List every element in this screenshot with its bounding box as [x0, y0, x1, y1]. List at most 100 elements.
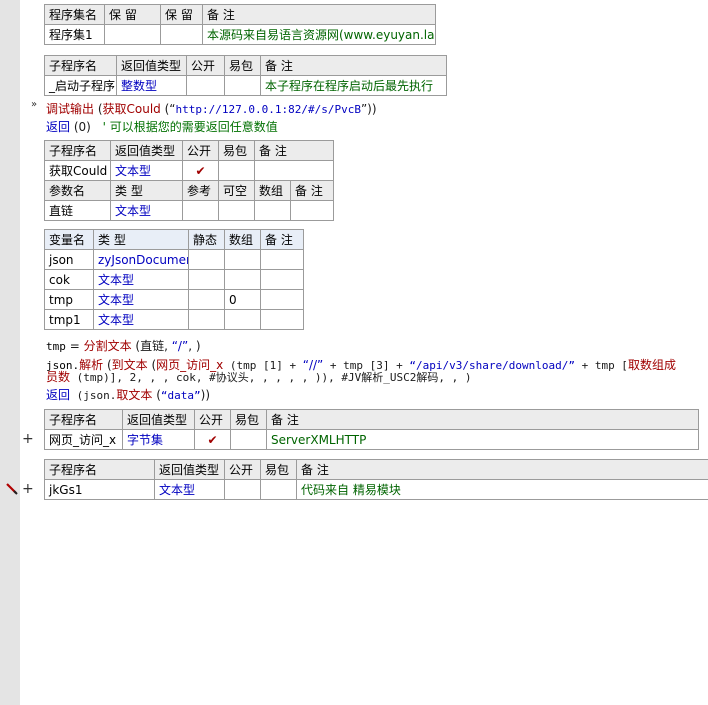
variable-name[interactable]: tmp	[44, 289, 94, 310]
return-type[interactable]: 字节集	[122, 429, 195, 450]
header-cell: 公开	[186, 55, 225, 76]
sub-note[interactable]: 代码来自 精易模块	[296, 479, 708, 500]
code-line-split[interactable]: tmp = 分割文本 (直链, “/”, )	[46, 337, 201, 354]
program-set-note[interactable]: 本源码来自易语言资源网(www.eyuyan.la)	[202, 24, 436, 45]
startup-sub-table: 子程序名 返回值类型 公开 易包 备 注 _启动子程序 整数型 本子程序在程序启…	[44, 55, 447, 96]
getcould-sub-table: 子程序名 返回值类型 公开 易包 备 注 获取Could 文本型 ✔ 参数名 类…	[44, 140, 335, 221]
webvisit-sub-table: 子程序名 返回值类型 公开 易包 备 注 网页_访问_x 字节集 ✔ Serve…	[44, 409, 699, 450]
variable-static[interactable]	[188, 289, 225, 310]
variable-note[interactable]	[260, 269, 304, 290]
code-line-return-data[interactable]: 返回 (json.取文本 (“data”))	[46, 386, 210, 403]
variable-type[interactable]: 文本型	[93, 289, 189, 310]
header-cell: 备 注	[253, 140, 335, 161]
header-cell: 公开	[182, 140, 219, 161]
variable-array[interactable]	[224, 309, 261, 330]
variable-name[interactable]: tmp1	[44, 309, 94, 330]
function-name: 取数组成	[627, 358, 676, 372]
variable-type[interactable]: 文本型	[93, 269, 189, 290]
variable-note[interactable]	[260, 249, 304, 270]
header-cell: 子程序名	[44, 140, 111, 161]
header-cell: 保 留	[104, 4, 161, 25]
code-text: (直链,	[131, 339, 172, 353]
return-type[interactable]: 文本型	[110, 160, 183, 181]
sub-name[interactable]: _启动子程序	[44, 75, 117, 96]
sub-name[interactable]: 获取Could	[44, 160, 111, 181]
param-type[interactable]: 文本型	[110, 200, 183, 221]
code-line-parse-cont[interactable]: 员数 (tmp)], 2, , , cok, #协议头, , , , , )),…	[46, 368, 472, 385]
sub-note[interactable]: ServerXMLHTTP	[266, 429, 699, 450]
param-ref[interactable]	[182, 200, 219, 221]
easy-pack-cell[interactable]	[224, 75, 261, 96]
function-name: 调试输出	[46, 102, 95, 116]
variable-type[interactable]: 文本型	[93, 309, 189, 330]
header-cell: 数组	[224, 229, 261, 250]
sub-name[interactable]: jkGs1	[44, 479, 155, 500]
header-cell: 可空	[218, 180, 255, 201]
breakpoint-arrow-icon[interactable]: »	[31, 99, 37, 110]
reserved-cell[interactable]	[160, 24, 203, 45]
string-literal: “data”	[160, 389, 201, 402]
local-variables-table: 变量名 类 型 静态 数组 备 注 json zyJsonDocument co…	[44, 229, 304, 330]
param-array[interactable]	[254, 200, 291, 221]
variable-note[interactable]	[260, 289, 304, 310]
param-name[interactable]: 直链	[44, 200, 111, 221]
easy-pack-cell[interactable]	[218, 160, 255, 181]
header-cell: 易包	[260, 459, 297, 480]
sub-name[interactable]: 网页_访问_x	[44, 429, 123, 450]
header-cell: 静态	[188, 229, 225, 250]
header-cell: 公开	[224, 459, 261, 480]
return-type[interactable]: 整数型	[116, 75, 187, 96]
header-cell: 参数名	[44, 180, 111, 201]
variable-note[interactable]	[260, 309, 304, 330]
bookmark-icon[interactable]	[6, 483, 18, 495]
variable-array[interactable]	[224, 249, 261, 270]
variable-static[interactable]	[188, 269, 225, 290]
variable-static[interactable]	[188, 309, 225, 330]
param-note[interactable]	[289, 200, 335, 221]
header-cell: 变量名	[44, 229, 94, 250]
header-cell: 程序集名	[44, 4, 105, 25]
header-cell: 备 注	[266, 409, 699, 430]
code-line-return[interactable]: 返回 (0) ' 可以根据您的需要返回任意数值	[46, 118, 278, 135]
public-cell[interactable]	[224, 479, 261, 500]
variable-type[interactable]: zyJsonDocument	[93, 249, 189, 270]
header-cell: 子程序名	[44, 459, 155, 480]
expand-icon[interactable]: +	[22, 481, 34, 497]
variable-name[interactable]: cok	[44, 269, 94, 290]
code-line-debug[interactable]: 调试输出 (获取Could (“http://127.0.0.1:82/#/s/…	[46, 100, 377, 117]
code-text: (	[94, 102, 103, 116]
editor-gutter	[0, 0, 20, 705]
variable-array[interactable]: 0	[224, 289, 261, 310]
public-check-icon[interactable]: ✔	[194, 429, 231, 450]
header-cell: 易包	[218, 140, 255, 161]
param-optional[interactable]	[218, 200, 255, 221]
easy-pack-cell[interactable]	[230, 429, 267, 450]
function-name: 员数	[46, 370, 71, 384]
header-cell: 备 注	[202, 4, 436, 25]
code-text: tmp	[46, 340, 66, 353]
code-text: (0)	[70, 120, 91, 134]
expand-icon[interactable]: +	[22, 431, 34, 447]
variable-static[interactable]	[188, 249, 225, 270]
header-cell: 返回值类型	[154, 459, 225, 480]
header-cell: 数组	[254, 180, 291, 201]
program-set-name[interactable]: 程序集1	[44, 24, 105, 45]
sub-note[interactable]: 本子程序在程序启动后最先执行	[260, 75, 447, 96]
code-comment: ' 可以根据您的需要返回任意数值	[102, 120, 278, 134]
header-cell: 返回值类型	[122, 409, 195, 430]
code-text: , )	[188, 339, 201, 353]
sub-note[interactable]	[253, 160, 335, 181]
variable-array[interactable]	[224, 269, 261, 290]
return-type[interactable]: 文本型	[154, 479, 225, 500]
function-name: 获取Could	[102, 102, 161, 116]
public-check-icon[interactable]: ✔	[182, 160, 219, 181]
variable-name[interactable]: json	[44, 249, 94, 270]
reserved-cell[interactable]	[104, 24, 161, 45]
header-cell: 备 注	[260, 55, 447, 76]
public-cell[interactable]	[186, 75, 225, 96]
jkgs-sub-table: 子程序名 返回值类型 公开 易包 备 注 jkGs1 文本型 代码来自 精易模块	[44, 459, 708, 500]
header-cell: 备 注	[289, 180, 335, 201]
string-literal: http://127.0.0.1:82/#/s/PvcB	[175, 103, 361, 116]
code-text: (	[152, 388, 161, 402]
easy-pack-cell[interactable]	[260, 479, 297, 500]
